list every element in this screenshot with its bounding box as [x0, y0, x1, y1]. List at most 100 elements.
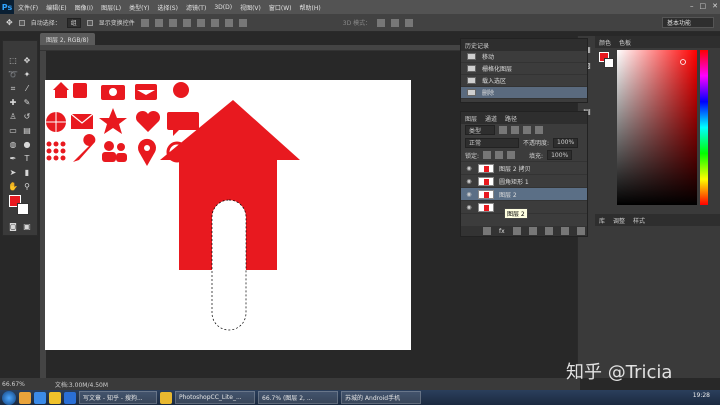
align-center-icon[interactable]: [196, 18, 205, 27]
dodge-tool-icon[interactable]: ●: [21, 139, 33, 150]
menu-layer[interactable]: 图层(L): [97, 3, 125, 12]
explorer-icon[interactable]: [19, 391, 31, 404]
menu-edit[interactable]: 编辑(E): [42, 3, 70, 12]
visibility-eye-icon[interactable]: ◉: [465, 165, 473, 172]
fx-icon[interactable]: fx: [499, 228, 505, 235]
ie-icon[interactable]: [34, 391, 46, 404]
color-picker-field[interactable]: [617, 50, 697, 205]
task-installer[interactable]: PhotoshopCC_Lite_...: [175, 391, 255, 404]
eyedropper-icon[interactable]: ⁄: [21, 83, 33, 94]
gradient-tool-icon[interactable]: ▤: [21, 125, 33, 136]
task-android[interactable]: 苏城的 Android手机: [341, 391, 421, 404]
visibility-eye-icon[interactable]: ◉: [465, 178, 473, 185]
stamp-tool-icon[interactable]: ♙: [7, 111, 19, 122]
new-group-icon[interactable]: [544, 227, 553, 235]
layer-row[interactable]: ◉ 图层 2 拷贝: [461, 162, 587, 175]
align-middle-icon[interactable]: [154, 18, 163, 27]
crop-tool-icon[interactable]: ⌗: [7, 83, 19, 94]
align-top-icon[interactable]: [140, 18, 149, 27]
tab-channels[interactable]: 通道: [485, 114, 497, 123]
shape-tool-icon[interactable]: ▮: [21, 167, 33, 178]
fill-input[interactable]: 100%: [547, 150, 573, 160]
healing-brush-icon[interactable]: ✚: [7, 97, 19, 108]
layer-filter-dropdown[interactable]: 类型: [465, 125, 495, 135]
path-select-icon[interactable]: ➤: [7, 167, 19, 178]
menu-3d[interactable]: 3D(D): [210, 4, 236, 11]
3d-rotate-icon[interactable]: [377, 18, 386, 27]
hue-slider[interactable]: [700, 50, 708, 205]
history-panel-title[interactable]: 历史记录: [465, 41, 489, 50]
browser-icon[interactable]: [49, 391, 61, 404]
magic-wand-icon[interactable]: ✦: [21, 69, 33, 80]
menu-type[interactable]: 类型(Y): [125, 3, 153, 12]
task-photoshop[interactable]: 66.7% (图层 2, ...: [258, 391, 338, 404]
3d-pan-icon[interactable]: [405, 18, 414, 27]
maximize-icon[interactable]: □: [700, 2, 707, 10]
history-item[interactable]: 栅格化图层: [461, 63, 587, 75]
system-clock[interactable]: 19:28: [693, 392, 710, 399]
screen-mode-icon[interactable]: ▣: [21, 221, 33, 232]
show-transform-checkbox[interactable]: [86, 19, 93, 26]
tab-paths[interactable]: 路径: [505, 114, 517, 123]
filter-pixel-icon[interactable]: [499, 126, 507, 134]
menu-image[interactable]: 图像(I): [71, 3, 97, 12]
opacity-input[interactable]: 100%: [553, 137, 579, 148]
auto-select-checkbox[interactable]: [18, 19, 25, 26]
brush-tool-icon[interactable]: ✎: [21, 97, 33, 108]
blend-mode-dropdown[interactable]: 正常: [465, 137, 519, 148]
new-layer-icon[interactable]: [560, 227, 569, 235]
document-tab[interactable]: 图层 2, RGB/8): [40, 33, 95, 45]
minimize-icon[interactable]: –: [690, 2, 694, 10]
workspace-dropdown[interactable]: 基本功能: [662, 17, 714, 28]
menu-help[interactable]: 帮助(H): [296, 3, 325, 12]
filter-shape-icon[interactable]: [535, 126, 543, 134]
3d-roll-icon[interactable]: [391, 18, 400, 27]
close-icon[interactable]: ✕: [712, 2, 718, 10]
zoom-level[interactable]: 66.67%: [2, 381, 25, 388]
visibility-eye-icon[interactable]: ◉: [465, 191, 473, 198]
filter-type-icon[interactable]: [523, 126, 531, 134]
align-bottom-icon[interactable]: [168, 18, 177, 27]
tab-library[interactable]: 库: [599, 216, 605, 225]
tab-swatches[interactable]: 色板: [619, 38, 631, 47]
lock-position-icon[interactable]: [495, 151, 504, 159]
lock-pixels-icon[interactable]: [483, 151, 492, 159]
layer-row[interactable]: ◉ 圆角矩形 1: [461, 175, 587, 188]
panel-bg-swatch[interactable]: [604, 58, 614, 68]
lasso-tool-icon[interactable]: ➰: [7, 69, 19, 80]
pinned-app-icon[interactable]: [160, 391, 172, 404]
pen-tool-icon[interactable]: ✒: [7, 153, 19, 164]
add-mask-icon[interactable]: [512, 227, 521, 235]
marquee-tool-icon[interactable]: ⬚: [7, 55, 19, 66]
link-layers-icon[interactable]: [483, 227, 491, 235]
filter-adjust-icon[interactable]: [511, 126, 519, 134]
history-item-active[interactable]: 删除: [461, 87, 587, 99]
tab-color[interactable]: 颜色: [599, 38, 611, 47]
background-color-swatch[interactable]: [17, 203, 29, 215]
visibility-eye-icon[interactable]: ◉: [465, 204, 473, 211]
history-item[interactable]: 载入选区: [461, 75, 587, 87]
adjustment-layer-icon[interactable]: [528, 227, 537, 235]
zoom-tool-icon[interactable]: ⚲: [21, 181, 33, 192]
move-tool-icon[interactable]: ✥: [6, 18, 13, 27]
menu-select[interactable]: 选择(S): [153, 3, 182, 12]
move-tool-icon[interactable]: ✥: [21, 55, 33, 66]
align-left-icon[interactable]: [182, 18, 191, 27]
menu-window[interactable]: 窗口(W): [265, 3, 296, 12]
align-right-icon[interactable]: [210, 18, 219, 27]
tab-styles[interactable]: 样式: [633, 216, 645, 225]
eraser-tool-icon[interactable]: ▭: [7, 125, 19, 136]
lock-all-icon[interactable]: [507, 151, 516, 159]
distribute-h-icon[interactable]: [238, 18, 247, 27]
distribute-icon[interactable]: [224, 18, 233, 27]
auto-select-dropdown[interactable]: 组: [66, 17, 81, 28]
layer-row-active[interactable]: ◉ 图层 2: [461, 188, 587, 201]
start-button[interactable]: [2, 390, 16, 405]
trash-icon[interactable]: [576, 227, 585, 235]
hand-tool-icon[interactable]: ✋: [7, 181, 19, 192]
tab-layers[interactable]: 图层: [465, 114, 477, 123]
menu-filter[interactable]: 滤镜(T): [182, 3, 210, 12]
menu-view[interactable]: 视图(V): [236, 3, 265, 12]
tab-adjustments[interactable]: 调整: [613, 216, 625, 225]
history-item[interactable]: 移动: [461, 51, 587, 63]
